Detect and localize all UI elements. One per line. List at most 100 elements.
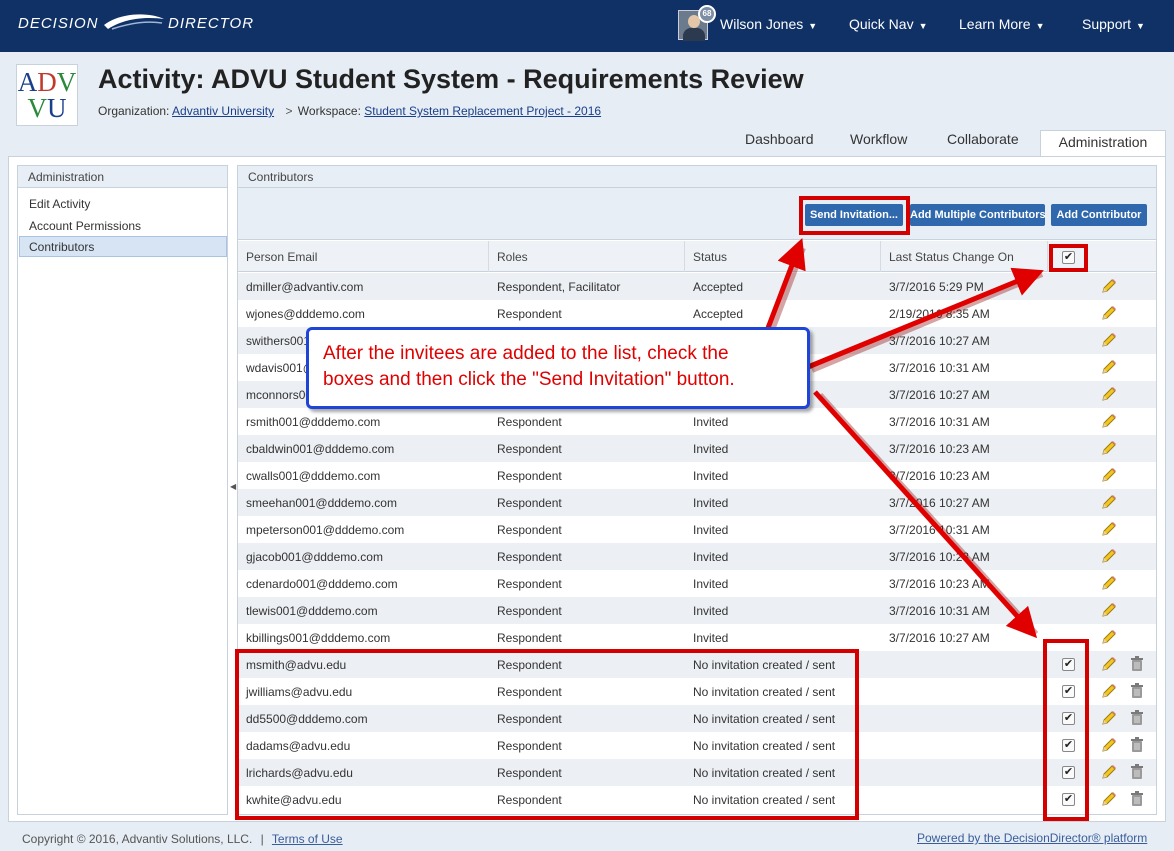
tab-dashboard[interactable]: Dashboard	[745, 131, 814, 155]
edit-pencil-icon[interactable]	[1100, 547, 1118, 565]
trash-icon[interactable]	[1128, 709, 1146, 727]
trash-icon[interactable]	[1128, 682, 1146, 700]
powered-by-link[interactable]: Powered by the DecisionDirector® platfor…	[917, 831, 1147, 845]
edit-pencil-icon[interactable]	[1100, 466, 1118, 484]
panel-title: Contributors	[238, 166, 1156, 188]
edit-pencil-icon[interactable]	[1100, 574, 1118, 592]
column-header-last-change[interactable]: Last Status Change On	[881, 241, 1048, 272]
terms-of-use-link[interactable]: Terms of Use	[272, 832, 343, 846]
sidebar-item-edit-activity[interactable]: Edit Activity	[19, 193, 227, 214]
table-row[interactable]: cdenardo001@dddemo.com Respondent Invited 3…	[238, 570, 1156, 597]
row-status: Invited	[693, 523, 729, 537]
edit-pencil-icon[interactable]	[1100, 331, 1118, 349]
edit-pencil-icon[interactable]	[1100, 736, 1118, 754]
table-row[interactable]: dd5500@dddemo.com Respondent No invitation…	[238, 705, 1156, 732]
edit-pencil-icon[interactable]	[1100, 277, 1118, 295]
tab-workflow[interactable]: Workflow	[850, 131, 907, 155]
edit-pencil-icon[interactable]	[1100, 790, 1118, 808]
user-avatar[interactable]: 68	[678, 5, 716, 41]
tab-collaborate[interactable]: Collaborate	[947, 131, 1019, 155]
trash-icon[interactable]	[1128, 655, 1146, 673]
collapse-sidebar-icon[interactable]: ◀	[230, 482, 236, 491]
workspace-label: Workspace:	[297, 104, 361, 118]
chevron-down-icon: ▼	[918, 21, 928, 31]
column-header-roles[interactable]: Roles	[489, 241, 685, 272]
row-roles: Respondent	[497, 631, 562, 645]
row-roles: Respondent	[497, 307, 562, 321]
row-last-change: 3/7/2016 10:23 AM	[889, 442, 990, 456]
row-status: Accepted	[693, 307, 744, 321]
quick-nav-menu[interactable]: Quick Nav ▼	[849, 16, 928, 32]
row-last-change: 2/19/2016 8:35 AM	[889, 307, 990, 321]
table-row[interactable]: tlewis001@dddemo.com Respondent Invited 3/7…	[238, 597, 1156, 624]
support-menu[interactable]: Support ▼	[1082, 16, 1145, 32]
user-menu[interactable]: Wilson Jones ▼	[720, 16, 817, 32]
row-email: smeehan001@dddemo.com	[246, 496, 397, 510]
edit-pencil-icon[interactable]	[1100, 682, 1118, 700]
edit-pencil-icon[interactable]	[1100, 763, 1118, 781]
table-row[interactable]: jwilliams@advu.edu Respondent No invitatio…	[238, 678, 1156, 705]
notification-badge[interactable]: 68	[698, 5, 716, 23]
tab-administration[interactable]: Administration	[1040, 130, 1166, 157]
table-row[interactable]: dadams@advu.edu Respondent No invitation c…	[238, 732, 1156, 759]
brand-word-left: DECISION	[18, 15, 99, 32]
table-row[interactable]: msmith@advu.edu Respondent No invitation c…	[238, 651, 1156, 678]
table-row[interactable]: kwhite@advu.edu Respondent No invitation c…	[238, 786, 1156, 813]
row-email: wjones@dddemo.com	[246, 307, 365, 321]
sidebar-item-account-permissions[interactable]: Account Permissions	[19, 215, 227, 236]
select-all-checkbox[interactable]: ✔	[1062, 251, 1075, 264]
send-invitation-button[interactable]: Send Invitation...	[805, 204, 903, 226]
edit-pencil-icon[interactable]	[1100, 412, 1118, 430]
table-row[interactable]: cbaldwin001@dddemo.com Respondent Invited 3…	[238, 435, 1156, 462]
row-select-checkbox[interactable]: ✔	[1062, 739, 1075, 752]
trash-icon[interactable]	[1128, 790, 1146, 808]
table-row[interactable]: dmiller@advantiv.com Respondent, Facilita…	[238, 273, 1156, 300]
table-row[interactable]: gjacob001@dddemo.com Respondent Invited 3/7…	[238, 543, 1156, 570]
row-roles: Respondent	[497, 739, 562, 753]
edit-pencil-icon[interactable]	[1100, 304, 1118, 322]
row-email: msmith@advu.edu	[246, 658, 347, 672]
learn-more-menu[interactable]: Learn More ▼	[959, 16, 1045, 32]
row-select-checkbox[interactable]: ✔	[1062, 766, 1075, 779]
column-header-email[interactable]: Person Email	[238, 241, 489, 272]
row-select-checkbox[interactable]: ✔	[1062, 658, 1075, 671]
edit-pencil-icon[interactable]	[1100, 439, 1118, 457]
row-select-checkbox[interactable]: ✔	[1062, 685, 1075, 698]
table-row[interactable]: mpeterson001@dddemo.com Respondent Invited…	[238, 516, 1156, 543]
page-title: Activity: ADVU Student System - Requirem…	[98, 64, 804, 94]
row-status: No invitation created / sent	[693, 658, 836, 672]
table-row[interactable]: cwalls001@dddemo.com Respondent Invited 3/7…	[238, 462, 1156, 489]
org-link[interactable]: Advantiv University	[172, 104, 274, 118]
table-row[interactable]: lrichards@advu.edu Respondent No invitatio…	[238, 759, 1156, 786]
add-multiple-contributors-button[interactable]: Add Multiple Contributors	[910, 204, 1046, 226]
row-roles: Respondent	[497, 658, 562, 672]
row-select-checkbox[interactable]: ✔	[1062, 793, 1075, 806]
table-row[interactable]: smeehan001@dddemo.com Respondent Invited 3/…	[238, 489, 1156, 516]
edit-pencil-icon[interactable]	[1100, 520, 1118, 538]
trash-icon[interactable]	[1128, 763, 1146, 781]
row-status: Invited	[693, 442, 729, 456]
row-last-change: 3/7/2016 10:27 AM	[889, 388, 990, 402]
trash-icon[interactable]	[1128, 736, 1146, 754]
table-row[interactable]: kbillings001@dddemo.com Respondent Invited…	[238, 624, 1156, 651]
row-email: kwhite@advu.edu	[246, 793, 342, 807]
edit-pencil-icon[interactable]	[1100, 628, 1118, 646]
workspace-link[interactable]: Student System Replacement Project - 201…	[364, 104, 601, 118]
column-header-status[interactable]: Status	[685, 241, 881, 272]
edit-pencil-icon[interactable]	[1100, 358, 1118, 376]
row-last-change: 3/7/2016 10:31 AM	[889, 415, 990, 429]
add-contributor-button[interactable]: Add Contributor	[1051, 204, 1147, 226]
edit-pencil-icon[interactable]	[1100, 385, 1118, 403]
sidebar-item-contributors[interactable]: Contributors	[19, 236, 227, 257]
edit-pencil-icon[interactable]	[1100, 709, 1118, 727]
edit-pencil-icon[interactable]	[1100, 655, 1118, 673]
breadcrumb: Organization: Advantiv University > Work…	[98, 104, 601, 118]
edit-pencil-icon[interactable]	[1100, 601, 1118, 619]
instruction-callout: After the invitees are added to the list…	[306, 327, 810, 409]
org-label: Organization:	[98, 104, 170, 118]
table-row[interactable]: wjones@dddemo.com Respondent Accepted 2/19/…	[238, 300, 1156, 327]
row-email: kbillings001@dddemo.com	[246, 631, 391, 645]
edit-pencil-icon[interactable]	[1100, 493, 1118, 511]
table-row[interactable]: rsmith001@dddemo.com Respondent Invited 3/7…	[238, 408, 1156, 435]
row-select-checkbox[interactable]: ✔	[1062, 712, 1075, 725]
